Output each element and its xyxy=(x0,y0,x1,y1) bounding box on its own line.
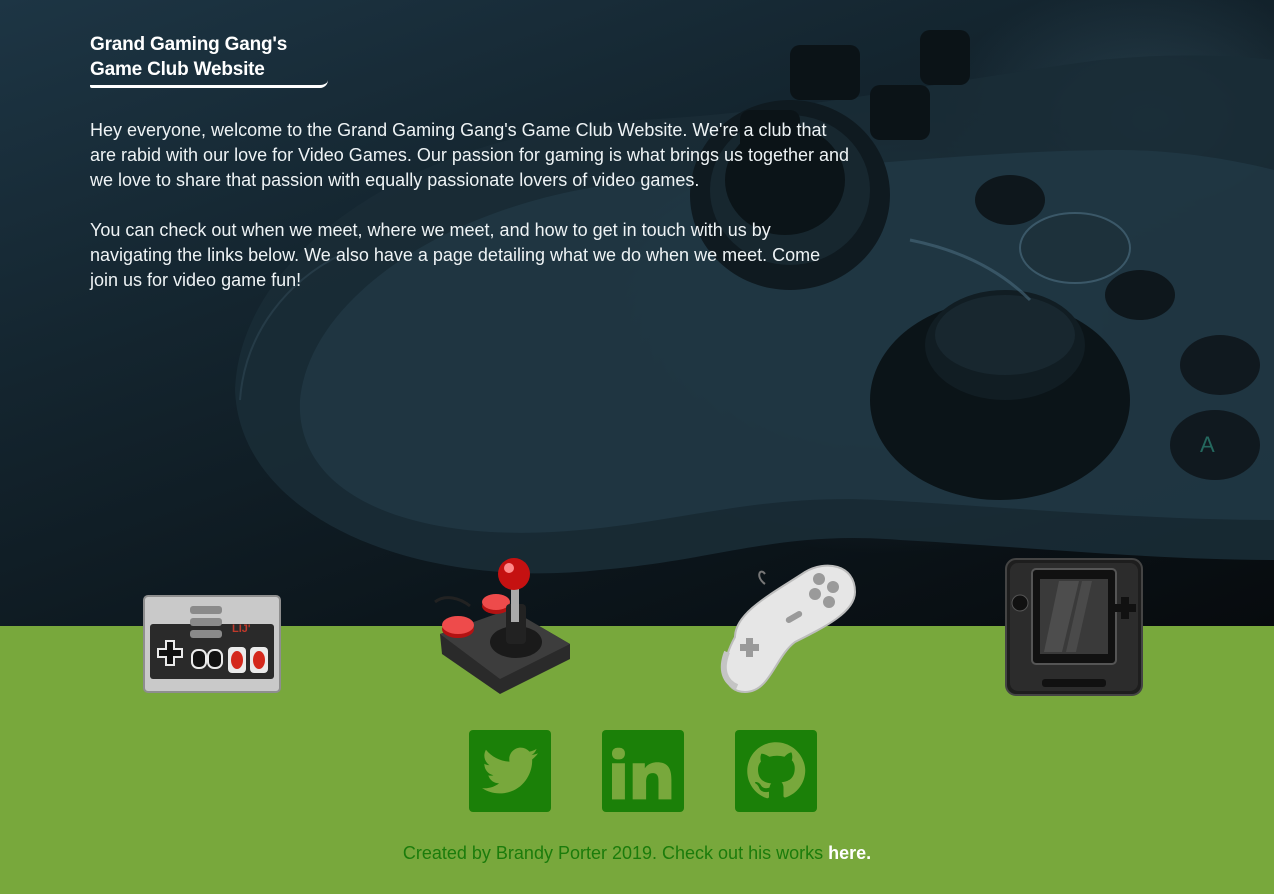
svg-text:LIJ': LIJ' xyxy=(232,623,251,635)
twitter-icon xyxy=(482,747,538,794)
nes-controller-icon: LIJ' xyxy=(143,595,281,693)
navigation-links: LIJ' xyxy=(0,552,1274,702)
intro-paragraph-1: Hey everyone, welcome to the Grand Gamin… xyxy=(90,120,850,190)
linkedin-icon xyxy=(612,747,672,800)
nav-link-nes-controller[interactable]: LIJ' xyxy=(142,594,282,694)
github-link[interactable] xyxy=(735,730,817,812)
footer: Created by Brandy Porter 2019. Check out… xyxy=(0,843,1274,864)
arcade-joystick-icon xyxy=(434,558,570,694)
footer-text: Created by Brandy Porter 2019. Check out… xyxy=(402,843,829,863)
twitter-link[interactable] xyxy=(469,730,551,812)
nav-link-arcade-joystick[interactable] xyxy=(430,554,572,699)
nav-link-gamepad[interactable] xyxy=(715,552,860,697)
github-icon xyxy=(747,742,806,799)
nav-link-handheld-console[interactable] xyxy=(1004,557,1144,699)
linkedin-link[interactable] xyxy=(602,730,684,812)
handheld-console-icon xyxy=(1005,558,1143,696)
intro-paragraph-2: You can check out when we meet, where we… xyxy=(90,220,821,290)
svg-text:A: A xyxy=(1200,432,1215,457)
intro-text: Hey everyone, welcome to the Grand Gamin… xyxy=(90,118,850,293)
footer-works-link[interactable]: here. xyxy=(828,843,871,863)
hero-section: A Grand Gaming Gang's Game Club Website … xyxy=(0,0,1274,626)
gamepad-icon xyxy=(720,564,857,694)
intro-content: Grand Gaming Gang's Game Club Website He… xyxy=(90,32,850,318)
site-title: Grand Gaming Gang's Game Club Website xyxy=(90,32,328,88)
